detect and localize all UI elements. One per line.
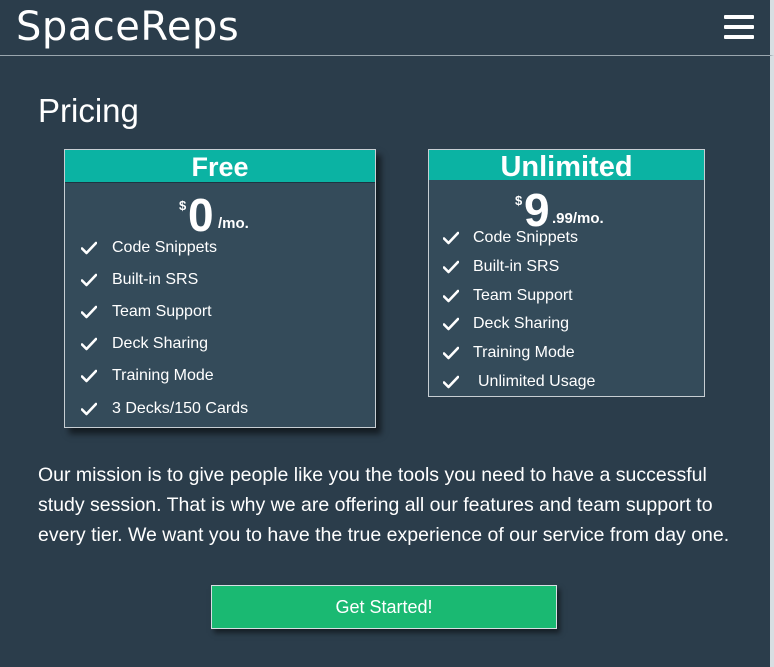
checkmark-icon <box>81 402 97 416</box>
checkmark-icon <box>443 346 459 360</box>
price-period: .99/mo. <box>552 210 604 227</box>
pricing-card-unlimited: Unlimited $ 9 .99/mo. Code Snippets Buil… <box>428 149 705 397</box>
checkmark-icon <box>81 273 97 287</box>
feature-label: Unlimited Usage <box>478 373 596 390</box>
checkmark-icon <box>81 241 97 255</box>
feature-label: Deck Sharing <box>112 335 209 352</box>
pricing-card-free: Free $ 0 /mo. Code Snippets Built-in SRS… <box>64 149 376 428</box>
checkmark-icon <box>443 260 459 274</box>
feature-label: Training Mode <box>473 344 575 361</box>
price-period: /mo. <box>218 215 249 232</box>
checkmark-icon <box>443 317 459 331</box>
get-started-button[interactable]: Get Started! <box>211 585 557 629</box>
hamburger-menu-icon[interactable] <box>724 13 756 43</box>
price-currency: $ <box>179 198 187 213</box>
checkmark-icon <box>443 289 459 303</box>
page-edge <box>770 56 774 667</box>
feature-label: Built-in SRS <box>473 258 560 275</box>
feature-label: 3 Decks/150 Cards <box>112 400 249 417</box>
checkmark-icon <box>443 375 459 389</box>
top-nav-bar: SpaceReps <box>0 0 774 56</box>
feature-label: Code Snippets <box>112 239 217 256</box>
mission-statement: Our mission is to give people like you t… <box>38 464 730 546</box>
price-currency: $ <box>515 193 523 208</box>
page-title: Pricing <box>38 92 139 129</box>
plan-name: Unlimited <box>429 150 704 183</box>
logo[interactable]: SpaceReps <box>16 4 239 50</box>
checkmark-icon <box>81 337 97 351</box>
feature-label: Built-in SRS <box>112 271 199 288</box>
feature-label: Team Support <box>112 303 212 320</box>
checkmark-icon <box>443 231 459 245</box>
feature-label: Code Snippets <box>473 229 578 246</box>
checkmark-icon <box>81 305 97 319</box>
price-amount: 0 <box>188 189 214 241</box>
feature-label: Training Mode <box>112 367 214 384</box>
feature-label: Deck Sharing <box>473 315 570 332</box>
plan-name: Free <box>65 150 375 183</box>
feature-label: Team Support <box>473 287 573 304</box>
checkmark-icon <box>81 369 97 383</box>
